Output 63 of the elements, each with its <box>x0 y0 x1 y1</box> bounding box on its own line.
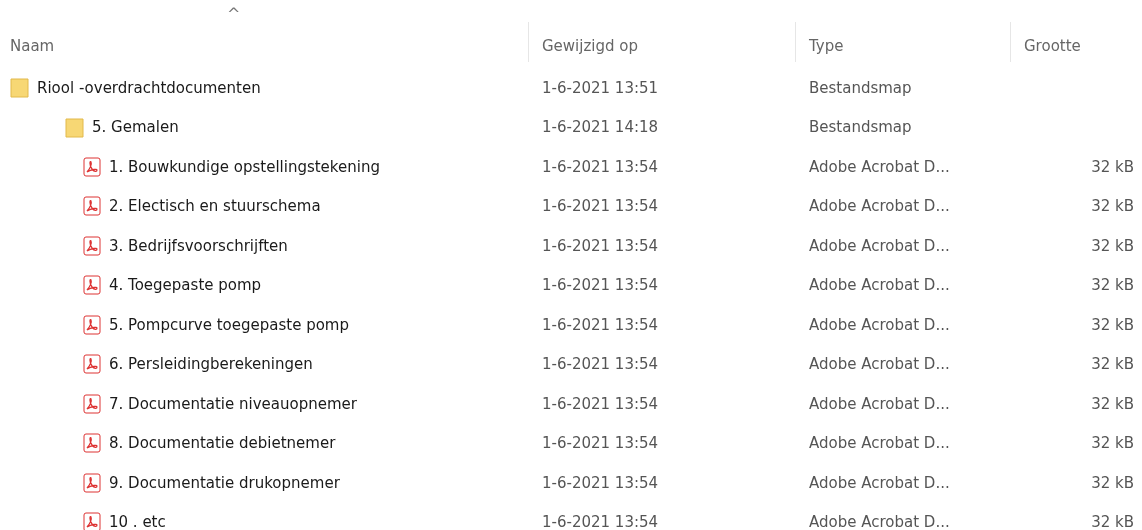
modified-date: 1-6-2021 13:54 <box>542 236 659 255</box>
modified-date: 1-6-2021 13:54 <box>542 276 659 295</box>
file-name[interactable]: 7. Documentatie niveauopnemer <box>109 394 357 413</box>
file-name[interactable]: 8. Documentatie debietnemer <box>109 434 336 453</box>
file-type: Adobe Acrobat D... <box>809 513 950 530</box>
modified-date: 1-6-2021 13:54 <box>542 473 659 492</box>
file-size: 32 kB <box>1091 276 1134 295</box>
pdf-file-icon <box>83 433 101 454</box>
column-header[interactable]: Gewijzigd op <box>542 37 638 55</box>
file-name[interactable]: 2. Electisch en stuurschema <box>109 197 321 216</box>
folder-icon <box>10 77 29 99</box>
file-name[interactable]: 6. Persleidingberekeningen <box>109 355 313 374</box>
pdf-file-icon <box>83 275 101 296</box>
modified-date: 1-6-2021 13:54 <box>542 434 659 453</box>
file-type: Adobe Acrobat D... <box>809 157 950 176</box>
file-type: Adobe Acrobat D... <box>809 315 950 334</box>
modified-date: 1-6-2021 13:54 <box>542 394 659 413</box>
file-type: Bestandsmap <box>809 118 912 137</box>
file-size: 32 kB <box>1091 434 1134 453</box>
file-size: 32 kB <box>1091 315 1134 334</box>
pdf-file-icon <box>83 354 101 375</box>
pdf-file-icon <box>83 393 101 414</box>
folder-icon <box>65 116 84 138</box>
modified-date: 1-6-2021 13:54 <box>542 197 659 216</box>
file-name[interactable]: 3. Bedrijfsvoorschrijften <box>109 236 288 255</box>
pdf-file-icon <box>83 235 101 256</box>
file-size: 32 kB <box>1091 513 1134 530</box>
sort-caret-icon: ^ <box>227 6 241 22</box>
file-size: 32 kB <box>1091 157 1134 176</box>
modified-date: 1-6-2021 13:51 <box>542 78 659 97</box>
file-type: Adobe Acrobat D... <box>809 197 950 216</box>
file-name[interactable]: 5. Pompcurve toegepaste pomp <box>109 315 349 334</box>
file-name[interactable]: 10 . etc <box>109 513 166 530</box>
file-type: Adobe Acrobat D... <box>809 434 950 453</box>
column-header[interactable]: Naam <box>10 37 55 55</box>
file-type: Bestandsmap <box>809 78 912 97</box>
modified-date: 1-6-2021 13:54 <box>542 157 659 176</box>
pdf-file-icon <box>83 196 101 217</box>
file-size: 32 kB <box>1091 236 1134 255</box>
file-name[interactable]: 5. Gemalen <box>92 118 179 137</box>
file-type: Adobe Acrobat D... <box>809 394 950 413</box>
file-type: Adobe Acrobat D... <box>809 276 950 295</box>
pdf-file-icon <box>83 156 101 177</box>
file-type: Adobe Acrobat D... <box>809 236 950 255</box>
file-name[interactable]: Riool -overdrachtdocumenten <box>37 78 261 97</box>
modified-date: 1-6-2021 13:54 <box>542 355 659 374</box>
column-header[interactable]: Grootte <box>1024 37 1081 55</box>
file-size: 32 kB <box>1091 394 1134 413</box>
file-size: 32 kB <box>1091 473 1134 492</box>
file-name[interactable]: 4. Toegepaste pomp <box>109 276 262 295</box>
column-header[interactable]: Type <box>809 37 844 55</box>
file-size: 32 kB <box>1091 355 1134 374</box>
modified-date: 1-6-2021 13:54 <box>542 315 659 334</box>
file-name[interactable]: 9. Documentatie drukopnemer <box>109 473 340 492</box>
pdf-file-icon <box>83 314 101 335</box>
file-name[interactable]: 1. Bouwkundige opstellingstekening <box>109 157 380 176</box>
modified-date: 1-6-2021 14:18 <box>542 118 659 137</box>
pdf-file-icon <box>83 472 101 493</box>
file-type: Adobe Acrobat D... <box>809 473 950 492</box>
modified-date: 1-6-2021 13:54 <box>542 513 659 530</box>
file-type: Adobe Acrobat D... <box>809 355 950 374</box>
pdf-file-icon <box>83 512 101 530</box>
file-size: 32 kB <box>1091 197 1134 216</box>
